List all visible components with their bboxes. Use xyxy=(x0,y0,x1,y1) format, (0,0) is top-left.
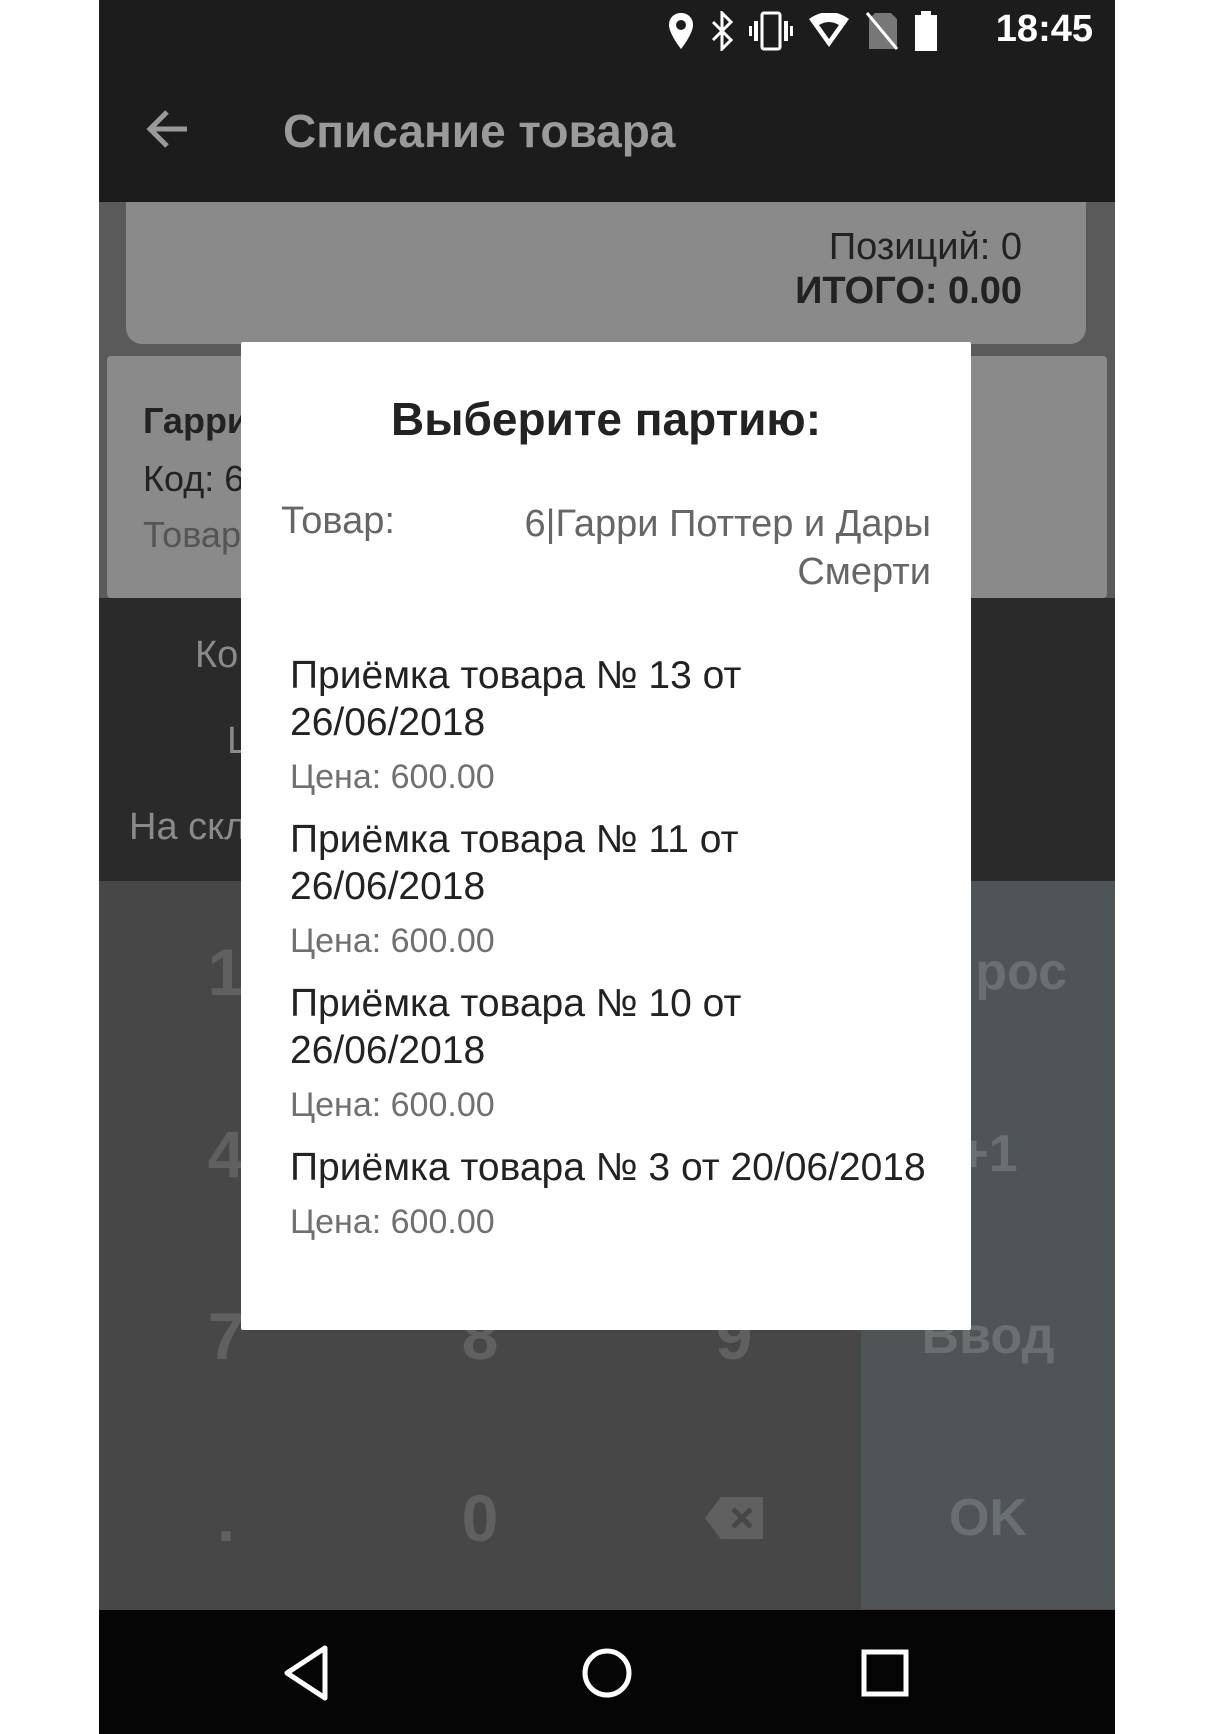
app-toolbar: Списание товара xyxy=(99,62,1115,202)
batch-price: Цена: 600.00 xyxy=(290,922,495,960)
back-arrow-icon[interactable] xyxy=(143,104,193,154)
summary-panel: Позиций: 0 ИТОГО: 0.00 xyxy=(126,202,1086,344)
quantity-label: Ко xyxy=(195,634,239,676)
batch-item[interactable]: Приёмка товара № 3 от 20/06/2018 Цена: 6… xyxy=(290,1144,940,1242)
batch-price: Цена: 600.00 xyxy=(290,1203,495,1241)
nav-back-icon[interactable] xyxy=(275,1640,341,1706)
batch-title: Приёмка товара № 3 от 20/06/2018 xyxy=(290,1146,926,1189)
status-bar: 18:45 xyxy=(99,0,1115,62)
select-batch-dialog: Выберите партию: Товар: 6|Гарри Поттер и… xyxy=(241,342,971,1330)
batch-item[interactable]: Приёмка товара № 10 от 26/06/2018 Цена: … xyxy=(290,980,940,1125)
batch-price: Цена: 600.00 xyxy=(290,758,495,796)
batch-title: Приёмка товара № 13 от 26/06/2018 xyxy=(290,654,742,744)
total-label: ИТОГО: xyxy=(795,270,938,312)
bluetooth-icon xyxy=(711,11,734,51)
ok-key[interactable]: OK xyxy=(861,1427,1115,1609)
batch-price: Цена: 600.00 xyxy=(290,1086,495,1124)
stock-label: На скл xyxy=(129,806,247,848)
batch-title: Приёмка товара № 10 от 26/06/2018 xyxy=(290,982,742,1072)
dialog-title: Выберите партию: xyxy=(390,393,822,445)
dialog-product-value: 6|Гарри Поттер и Дары Смерти xyxy=(524,503,931,593)
total-line: ИТОГО: 0.00 xyxy=(795,270,1022,313)
battery-icon xyxy=(915,11,937,51)
wifi-icon xyxy=(809,13,849,47)
product-name: Гарри xyxy=(143,400,250,441)
key-dot[interactable]: . xyxy=(99,1427,353,1609)
batch-item[interactable]: Приёмка товара № 11 от 26/06/2018 Цена: … xyxy=(290,816,940,961)
status-icons xyxy=(667,10,939,52)
batch-item[interactable]: Приёмка товара № 13 от 26/06/2018 Цена: … xyxy=(290,652,940,797)
status-time: 18:45 xyxy=(995,8,1093,50)
system-nav-bar xyxy=(99,1610,1115,1734)
backspace-icon xyxy=(705,1497,763,1539)
key-0[interactable]: 0 xyxy=(353,1427,607,1609)
batch-title: Приёмка товара № 11 от 26/06/2018 xyxy=(290,818,739,908)
page-title: Списание товара xyxy=(283,105,676,157)
vibrate-icon xyxy=(749,11,793,51)
product-type: Товар xyxy=(143,514,241,555)
phone-screen: 18:45 Списание товара Позиций: 0 ИТОГО: … xyxy=(99,0,1115,1734)
nav-recents-icon[interactable] xyxy=(852,1640,918,1706)
location-icon xyxy=(669,13,693,49)
dialog-product-label: Товар: xyxy=(281,500,395,542)
product-code: Код: 6 xyxy=(143,458,245,499)
backspace-key[interactable] xyxy=(607,1427,861,1609)
nav-home-icon[interactable] xyxy=(574,1640,640,1706)
positions-count: Позиций: 0 xyxy=(828,226,1022,268)
total-value: 0.00 xyxy=(948,270,1022,312)
no-sim-icon xyxy=(865,12,899,50)
